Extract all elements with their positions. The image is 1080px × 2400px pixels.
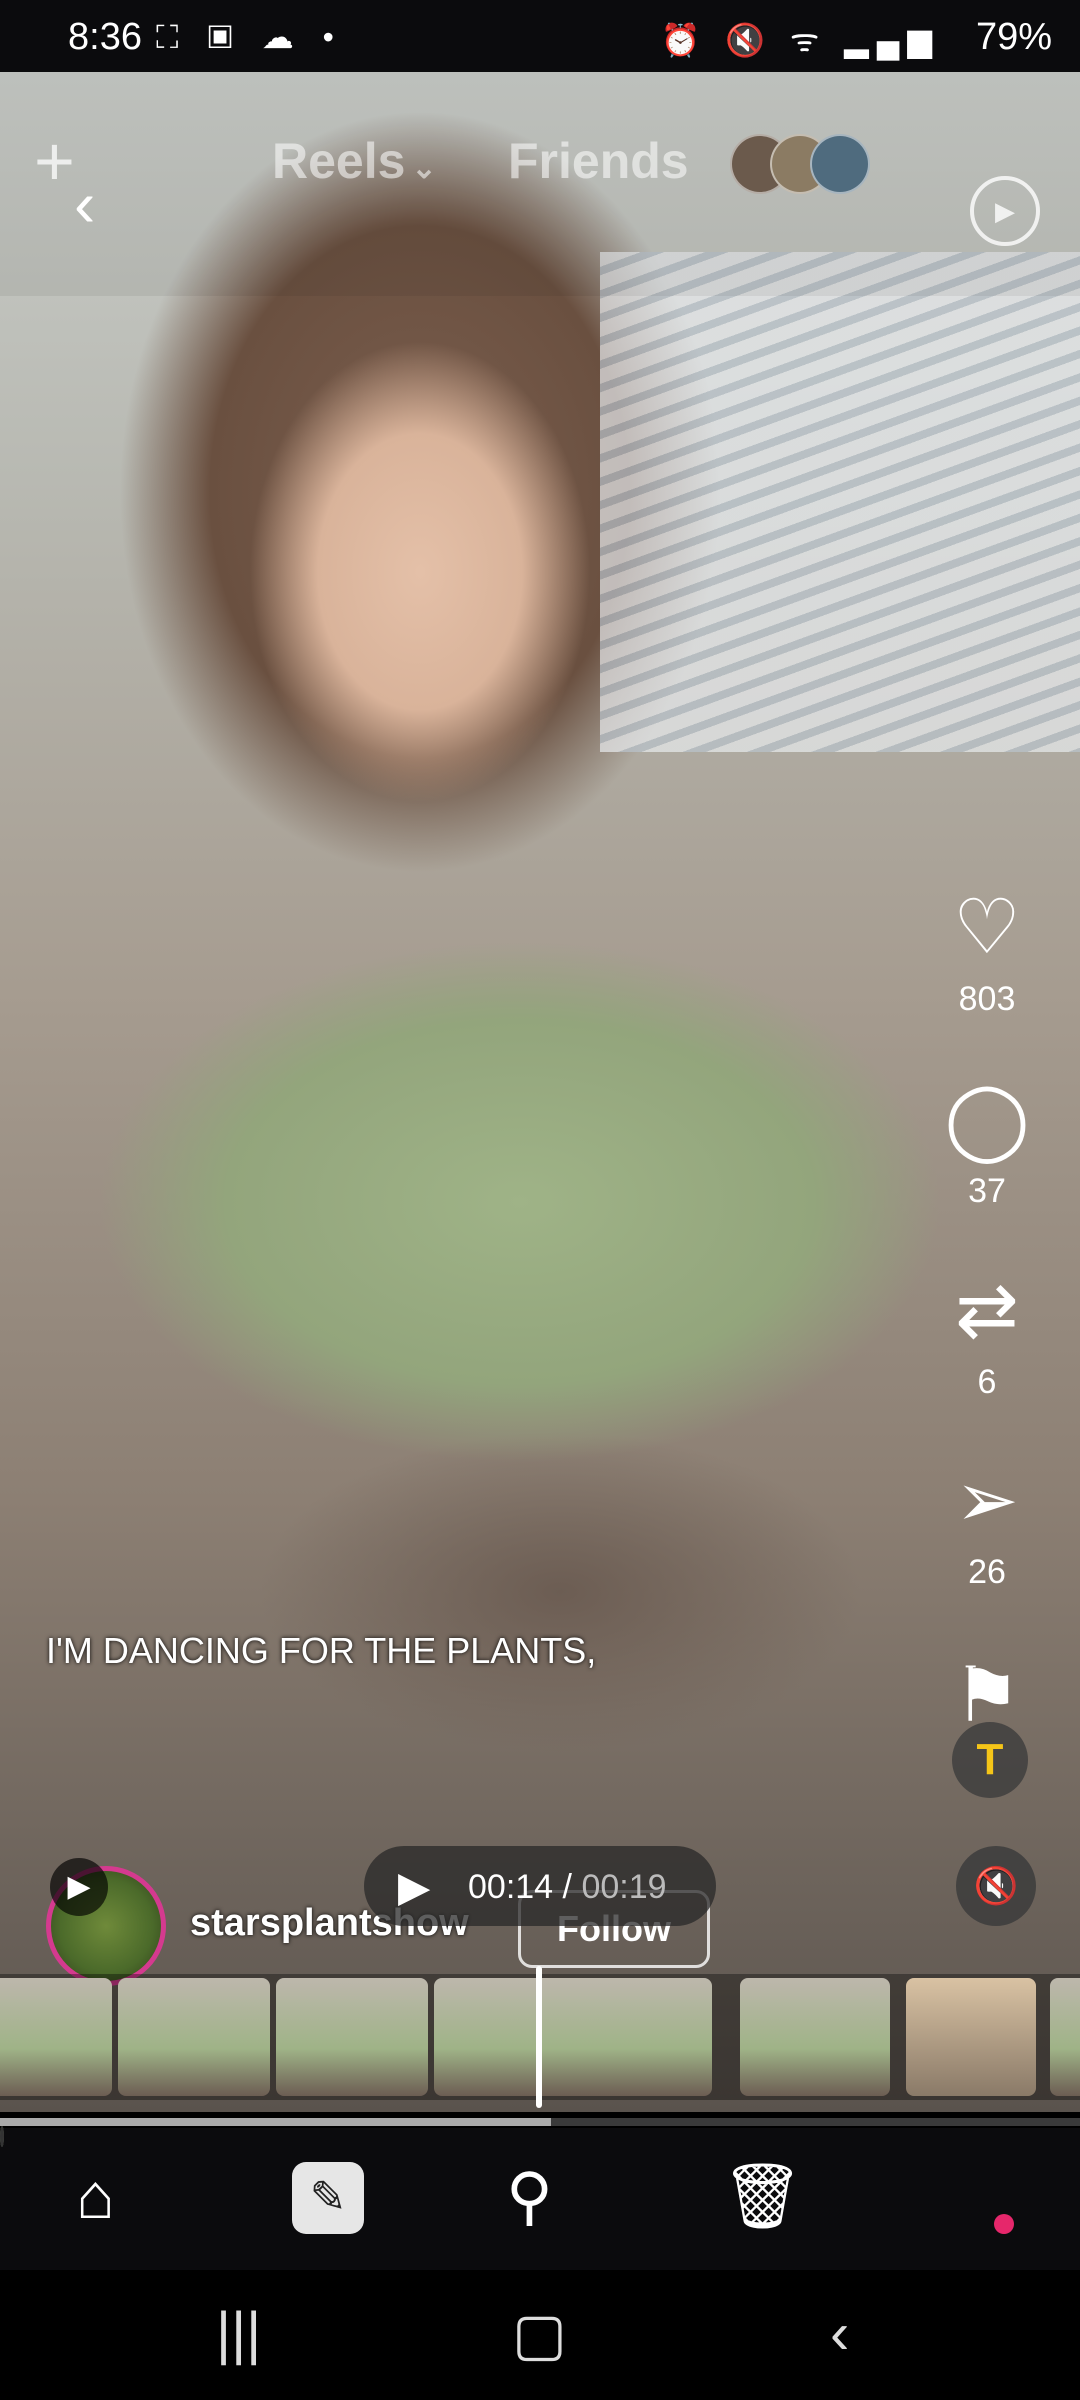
- chevron-down-icon: ⌄: [411, 152, 437, 185]
- recent-apps-icon[interactable]: |||: [216, 2300, 261, 2367]
- like-button[interactable]: ♡ 803: [912, 890, 1062, 1019]
- tab-reels-label: Reels: [272, 133, 406, 189]
- playhead[interactable]: [536, 1966, 542, 2108]
- refresh-icon[interactable]: ▶: [970, 176, 1040, 246]
- playback-pill[interactable]: ▶ 00:14 / 00:19: [364, 1846, 716, 1926]
- comment-icon: ◯: [944, 1077, 1030, 1162]
- repost-icon: ⇄: [955, 1268, 1019, 1353]
- tab-friends-label: Friends: [508, 133, 689, 189]
- comment-count: 37: [968, 1172, 1006, 1210]
- filmstrip-thumb: [560, 1978, 712, 2096]
- editor-toolbar: ⌂ ✎ ⚲ 🗑: [0, 2126, 1080, 2270]
- status-left-icons: ⛶ ▣ ☁ •: [156, 19, 344, 55]
- friend-avatar: [810, 134, 870, 194]
- status-right-icons: ⏰ 🔇 ᯤ ▂▄▆: [660, 22, 940, 58]
- plus-icon[interactable]: +: [34, 126, 75, 196]
- video-background-roof: [600, 252, 1080, 752]
- play-icon[interactable]: ▶: [398, 1862, 430, 1911]
- friend-avatars[interactable]: [730, 134, 870, 194]
- progress-fill: [0, 2118, 551, 2126]
- repost-button[interactable]: ⇄ 6: [912, 1273, 1062, 1402]
- back-icon[interactable]: ‹: [830, 2300, 849, 2367]
- filmstrip-thumb: [276, 1978, 428, 2096]
- reel-badge-icon: ▶: [50, 1858, 108, 1916]
- profile-avatar[interactable]: [0, 2126, 4, 2147]
- mute-icon[interactable]: 🔇: [956, 1846, 1036, 1926]
- tab-reels[interactable]: Reels ⌄: [272, 132, 437, 190]
- chevron-left-icon[interactable]: ‹: [74, 172, 95, 236]
- status-time: 8:36: [68, 16, 142, 58]
- playback-time: 00:14 / 00:19: [468, 1868, 667, 1906]
- filmstrip-thumb: [118, 1978, 270, 2096]
- share-count: 26: [968, 1553, 1006, 1591]
- filmstrip-thumb: [0, 1978, 112, 2096]
- current-time: 00:14: [468, 1868, 554, 1906]
- repost-count: 6: [977, 1363, 997, 1401]
- battery-level: 79%: [975, 16, 1052, 58]
- edit-icon[interactable]: ✎: [292, 2162, 364, 2234]
- duration: 00:19: [581, 1868, 667, 1906]
- progress-bar[interactable]: [0, 2118, 1080, 2126]
- home-icon[interactable]: ▢: [512, 2300, 567, 2368]
- notification-dot: [994, 2214, 1014, 2234]
- send-icon: ➢: [955, 1458, 1019, 1543]
- next-reel-thumb[interactable]: [1050, 1978, 1080, 2096]
- system-nav-bar: ||| ▢ ‹: [0, 2270, 1080, 2400]
- share-nodes-icon[interactable]: ⚲: [506, 2164, 553, 2228]
- screen: 8:36 ⛶ ▣ ☁ • ⏰ 🔇 ᯤ ▂▄▆ 79% + ‹ Reels ⌄ Fr…: [0, 0, 1080, 2400]
- trash-search-icon[interactable]: 🗑: [722, 2164, 803, 2228]
- heart-icon: ♡: [952, 885, 1022, 970]
- tab-friends[interactable]: Friends: [508, 132, 689, 190]
- share-button[interactable]: ➢ 26: [912, 1463, 1062, 1592]
- status-bar: 8:36 ⛶ ▣ ☁ • ⏰ 🔇 ᯤ ▂▄▆ 79%: [0, 0, 1080, 72]
- comment-button[interactable]: ◯ 37: [912, 1082, 1062, 1211]
- next-reel-thumb[interactable]: [906, 1978, 1036, 2096]
- video-caption: I'M DANCING FOR THE PLANTS,: [46, 1630, 597, 1671]
- like-count: 803: [958, 980, 1016, 1018]
- home-heart-icon[interactable]: ⌂: [76, 2164, 115, 2228]
- filmstrip-thumb: [740, 1978, 890, 2096]
- text-icon[interactable]: T: [952, 1722, 1028, 1798]
